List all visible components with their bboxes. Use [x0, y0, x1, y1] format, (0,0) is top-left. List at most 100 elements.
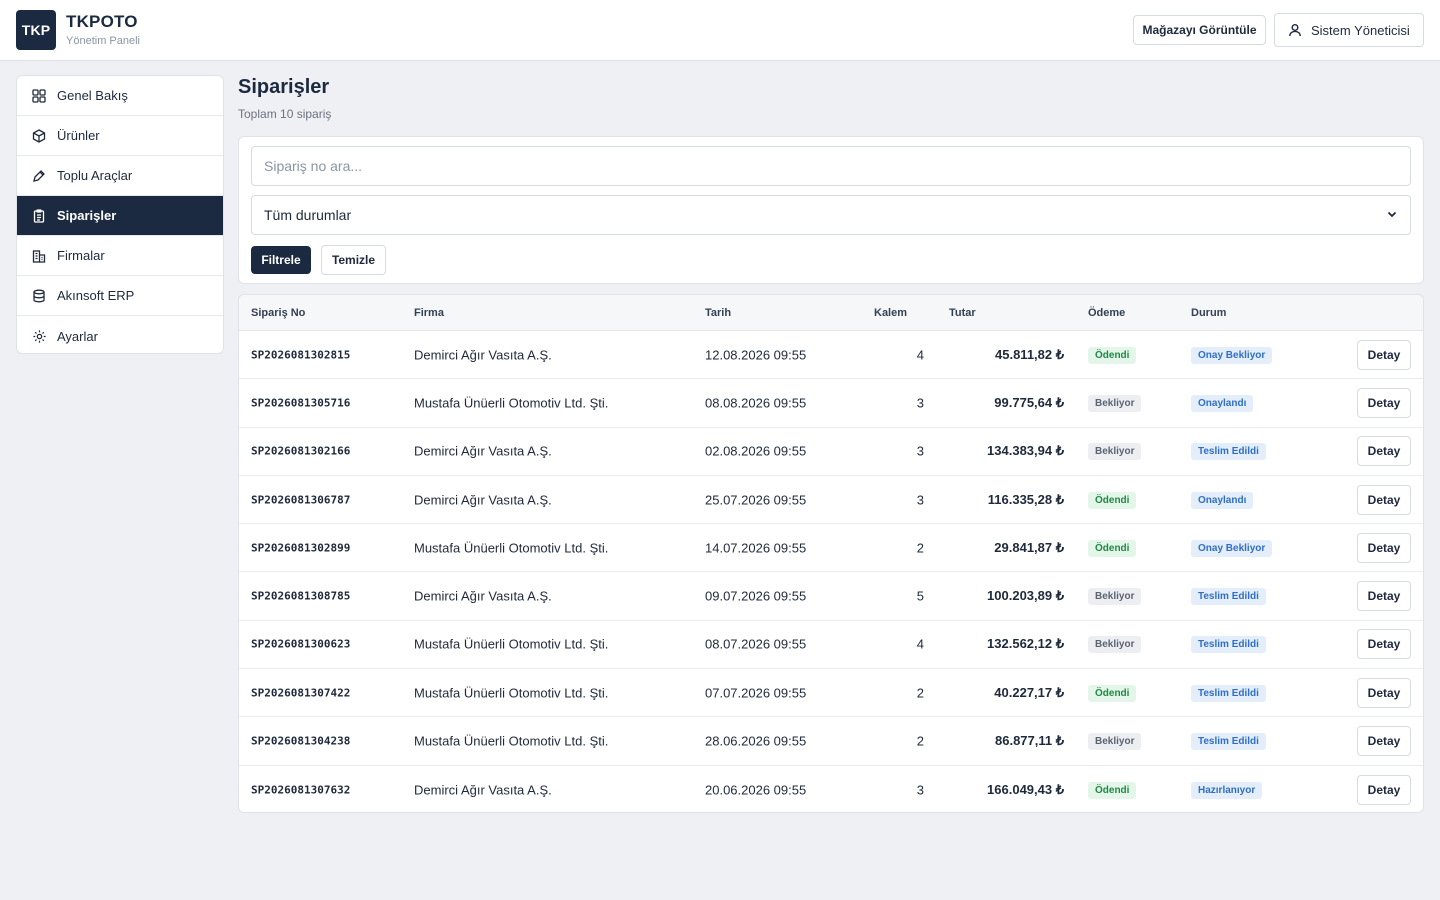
order-date: 07.07.2026 09:55	[705, 685, 807, 701]
payment-badge: Bekliyor	[1088, 443, 1142, 461]
sidebar-item-label: Genel Bakış	[57, 88, 128, 103]
column-header-order-no[interactable]: Sipariş No	[251, 307, 305, 319]
user-icon	[1287, 22, 1303, 38]
payment-cell: Bekliyor	[1088, 732, 1142, 751]
sidebar-item-companies[interactable]: Firmalar	[17, 236, 223, 276]
order-number: SP2026081308785	[251, 589, 351, 603]
sidebar-item-orders[interactable]: Siparişler	[17, 196, 223, 236]
sidebar-item-bulk-tools[interactable]: Toplu Araçlar	[17, 156, 223, 196]
company-name: Mustafa Ünüerli Otomotiv Ltd. Şti.	[414, 395, 609, 411]
detail-button[interactable]: Detay	[1357, 387, 1411, 418]
payment-badge: Bekliyor	[1088, 636, 1142, 654]
payment-badge: Bekliyor	[1088, 588, 1142, 606]
detail-button[interactable]: Detay	[1357, 484, 1411, 515]
detail-button[interactable]: Detay	[1357, 629, 1411, 660]
payment-cell: Bekliyor	[1088, 587, 1142, 606]
table-row: SP2026081302899 Mustafa Ünüerli Otomotiv …	[239, 524, 1423, 573]
order-amount: 166.049,43 ₺	[987, 781, 1064, 797]
status-badge: Teslim Edildi	[1191, 733, 1266, 751]
company-name: Mustafa Ünüerli Otomotiv Ltd. Şti.	[414, 733, 609, 749]
order-amount: 29.841,87 ₺	[994, 539, 1064, 555]
sidebar-item-label: Akınsoft ERP	[57, 288, 135, 303]
detail-button[interactable]: Detay	[1357, 339, 1411, 370]
column-header-status[interactable]: Durum	[1191, 307, 1226, 319]
company-name: Demirci Ağır Vasıta A.Ş.	[414, 347, 552, 363]
sidebar: Genel Bakış Ürünler Toplu Araçlar Sipari…	[16, 75, 224, 354]
item-count: 4	[916, 636, 924, 652]
user-name: Sistem Yöneticisi	[1311, 22, 1410, 38]
sidebar-item-label: Ürünler	[57, 128, 100, 143]
status-cell: Onay Bekliyor	[1191, 346, 1273, 364]
table-row: SP2026081307632 Demirci Ağır Vasıta A.Ş. 2…	[239, 766, 1423, 812]
table-row: SP2026081304238 Mustafa Ünüerli Otomotiv …	[239, 717, 1423, 766]
item-count: 5	[916, 588, 924, 604]
filter-panel: Tüm durumlar Filtrele Temizle	[238, 136, 1424, 284]
status-badge: Onaylandı	[1191, 491, 1254, 509]
detail-button[interactable]: Detay	[1357, 436, 1411, 467]
payment-cell: Ödendi	[1088, 491, 1137, 509]
order-date: 08.08.2026 09:55	[705, 395, 807, 411]
payment-badge: Ödendi	[1088, 684, 1137, 702]
company-name: Mustafa Ünüerli Otomotiv Ltd. Şti.	[414, 540, 609, 556]
filter-button[interactable]: Filtrele	[251, 246, 311, 274]
payment-cell: Ödendi	[1088, 346, 1137, 364]
sidebar-item-products[interactable]: Ürünler	[17, 116, 223, 156]
detail-button[interactable]: Detay	[1357, 532, 1411, 563]
payment-cell: Bekliyor	[1088, 442, 1142, 461]
order-number: SP2026081307632	[251, 783, 351, 797]
order-amount: 40.227,17 ₺	[994, 684, 1064, 700]
payment-badge: Ödendi	[1088, 491, 1137, 509]
column-header-date[interactable]: Tarih	[705, 307, 731, 319]
table-row: SP2026081306787 Demirci Ağır Vasıta A.Ş. 2…	[239, 476, 1423, 525]
clear-button[interactable]: Temizle	[321, 245, 386, 275]
status-badge: Teslim Edildi	[1191, 443, 1266, 461]
detail-button[interactable]: Detay	[1357, 677, 1411, 708]
status-cell: Onay Bekliyor	[1191, 539, 1273, 557]
table-row: SP2026081302815 Demirci Ağır Vasıta A.Ş. 1…	[239, 331, 1423, 380]
payment-cell: Ödendi	[1088, 539, 1137, 557]
order-date: 02.08.2026 09:55	[705, 443, 807, 459]
order-number: SP2026081300623	[251, 637, 351, 651]
view-store-button[interactable]: Mağazayı Görüntüle	[1133, 15, 1266, 45]
sidebar-item-overview[interactable]: Genel Bakış	[17, 76, 223, 116]
payment-badge: Bekliyor	[1088, 733, 1142, 751]
status-badge: Teslim Edildi	[1191, 684, 1266, 702]
order-number: SP2026081302166	[251, 444, 351, 458]
order-date: 28.06.2026 09:55	[705, 733, 807, 749]
building-icon	[31, 248, 47, 264]
logo[interactable]: TKP	[16, 10, 56, 50]
order-number: SP2026081306787	[251, 493, 351, 507]
item-count: 2	[916, 685, 924, 701]
detail-button[interactable]: Detay	[1357, 726, 1411, 757]
table-row: SP2026081300623 Mustafa Ünüerli Otomotiv …	[239, 621, 1423, 670]
order-amount: 100.203,89 ₺	[987, 588, 1064, 604]
sidebar-item-label: Toplu Araçlar	[57, 168, 133, 183]
order-amount: 132.562,12 ₺	[987, 636, 1064, 652]
sidebar-item-settings[interactable]: Ayarlar	[17, 316, 223, 353]
item-count: 2	[916, 733, 924, 749]
table-row: SP2026081308785 Demirci Ağır Vasıta A.Ş. 0…	[239, 573, 1423, 621]
column-header-company[interactable]: Firma	[414, 307, 444, 319]
search-input[interactable]	[251, 146, 1411, 186]
status-badge: Onay Bekliyor	[1191, 539, 1273, 557]
order-number: SP2026081304238	[251, 734, 351, 748]
detail-button[interactable]: Detay	[1357, 774, 1411, 805]
detail-button[interactable]: Detay	[1357, 581, 1411, 612]
column-header-payment[interactable]: Ödeme	[1088, 307, 1125, 319]
order-number: SP2026081307422	[251, 686, 351, 700]
item-count: 4	[916, 347, 924, 363]
column-header-amount[interactable]: Tutar	[949, 307, 976, 319]
top-header: TKP TKPOTO Yönetim Paneli Mağazayı Görün…	[0, 0, 1440, 61]
column-header-items[interactable]: Kalem	[874, 307, 907, 319]
user-menu-button[interactable]: Sistem Yöneticisi	[1274, 13, 1424, 47]
order-date: 20.06.2026 09:55	[705, 782, 807, 798]
payment-badge: Bekliyor	[1088, 394, 1142, 412]
status-cell: Teslim Edildi	[1191, 732, 1266, 751]
sidebar-item-erp[interactable]: Akınsoft ERP	[17, 276, 223, 316]
brand-name: TKPOTO	[66, 12, 138, 31]
status-badge: Teslim Edildi	[1191, 636, 1266, 654]
status-select[interactable]: Tüm durumlar	[251, 195, 1411, 235]
order-date: 12.08.2026 09:55	[705, 347, 807, 363]
payment-cell: Bekliyor	[1088, 635, 1142, 654]
order-amount: 86.877,11 ₺	[995, 733, 1064, 749]
